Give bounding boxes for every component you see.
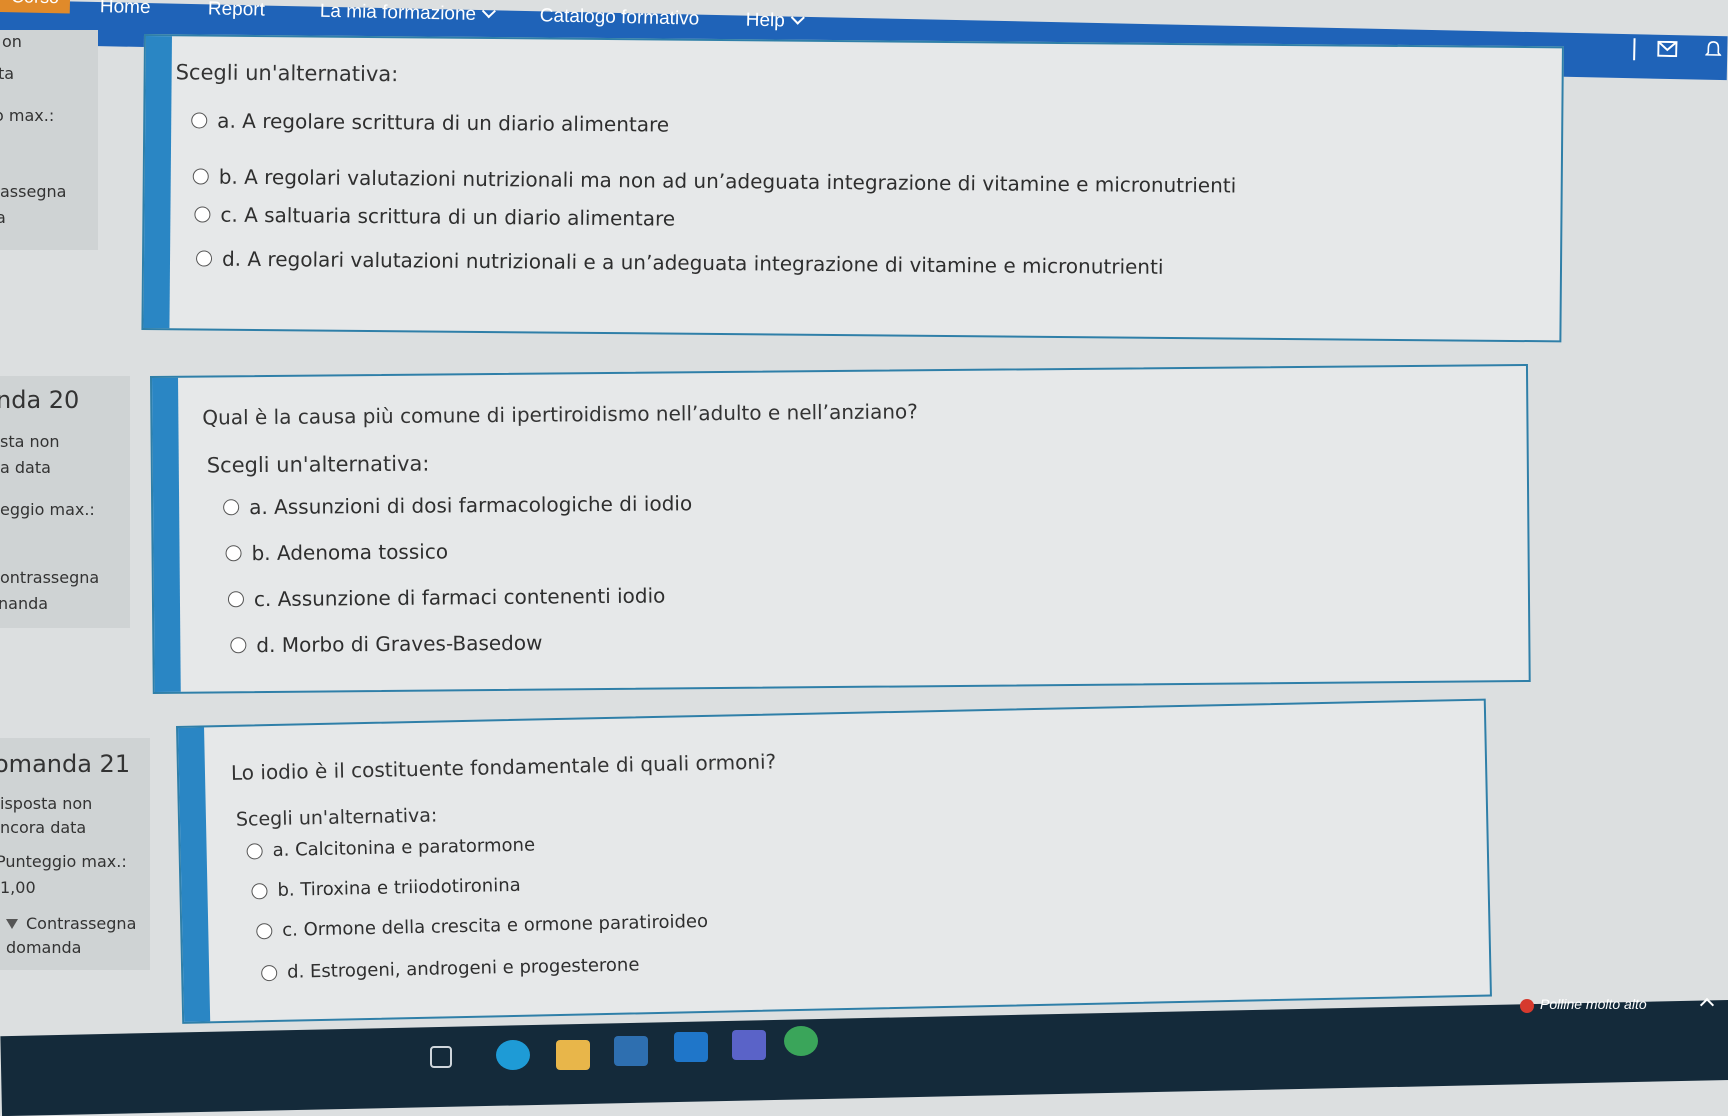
question-text: Qual è la causa più comune di ipertiroid… xyxy=(202,399,918,430)
nav-home[interactable]: Home xyxy=(100,0,151,19)
nav-report[interactable]: Report xyxy=(208,0,265,22)
option-label: d. Morbo di Graves-Basedow xyxy=(256,630,543,658)
info-line: o max.: xyxy=(0,106,55,125)
nav-la-mia-formazione[interactable]: La mia formazione xyxy=(319,0,497,27)
flag-question-link[interactable]: Contrassegna xyxy=(6,914,136,933)
radio-button[interactable] xyxy=(192,168,209,185)
chevron-down-icon xyxy=(790,10,805,25)
answer-status: isposta non xyxy=(0,794,93,813)
flag-question-link[interactable]: nanda xyxy=(0,594,48,613)
option-label: c. Assunzione di farmaci contenenti iodi… xyxy=(253,583,666,612)
radio-button[interactable] xyxy=(256,922,273,939)
nav-divider xyxy=(1633,38,1636,61)
option-label: c. Ormone della crescita e ormone parati… xyxy=(282,910,709,941)
choose-label: Scegli un'alternativa: xyxy=(175,60,399,87)
flag-question-link[interactable]: ontrassegna xyxy=(0,568,99,587)
info-line: a xyxy=(0,208,6,227)
info-line: ta xyxy=(0,64,15,83)
answer-option-c[interactable]: c. A saltuaria scrittura di un diario al… xyxy=(194,202,676,231)
file-explorer-icon[interactable] xyxy=(556,1040,590,1070)
radio-button[interactable] xyxy=(251,882,268,899)
brand-tab[interactable]: Corso xyxy=(0,0,71,14)
answer-option-a[interactable]: a. Calcitonina e paratormone xyxy=(246,835,535,862)
points-value: 1,00 xyxy=(0,878,36,897)
nav-label: Help xyxy=(745,9,786,32)
question-card: Lo iodio è il costituente fondamentale d… xyxy=(176,698,1492,1024)
answer-option-b[interactable]: b. Adenoma tossico xyxy=(225,539,448,565)
info-line: assegna xyxy=(0,182,67,201)
card-accent-stripe xyxy=(178,727,211,1022)
answer-status: ncora data xyxy=(0,818,87,837)
weather-widget[interactable]: Polline molto alto xyxy=(1540,996,1647,1012)
answer-status: a data xyxy=(0,458,51,477)
points-label: eggio max.: xyxy=(0,500,95,519)
chevron-down-icon xyxy=(482,4,497,19)
answer-option-b[interactable]: b. Tiroxina e triiodotironina xyxy=(251,875,521,902)
radio-button[interactable] xyxy=(261,964,278,981)
task-view-icon[interactable] xyxy=(430,1046,452,1068)
option-label: d. A regolari valutazioni nutrizionali e… xyxy=(221,246,1164,279)
card-accent-stripe xyxy=(152,377,181,692)
answer-option-b[interactable]: b. A regolari valutazioni nutrizionali m… xyxy=(192,164,1237,198)
flag-label: Contrassegna xyxy=(26,914,137,933)
question-number: omanda 21 xyxy=(0,750,131,778)
bell-icon[interactable] xyxy=(1705,40,1722,58)
flag-question-link[interactable]: domanda xyxy=(6,938,81,957)
answer-option-c[interactable]: c. Assunzione di farmaci contenenti iodi… xyxy=(227,583,666,612)
option-label: b. Adenoma tossico xyxy=(251,539,449,566)
messages-icon[interactable] xyxy=(1657,40,1678,58)
radio-button[interactable] xyxy=(195,250,213,267)
teams-icon[interactable] xyxy=(732,1030,766,1060)
option-label: c. A saltuaria scrittura di un diario al… xyxy=(220,202,676,231)
answer-option-d[interactable]: d. Morbo di Graves-Basedow xyxy=(230,630,543,658)
choose-label: Scegli un'alternativa: xyxy=(206,451,430,478)
option-label: b. Tiroxina e triiodotironina xyxy=(277,874,521,901)
edge-browser-icon[interactable] xyxy=(496,1040,530,1070)
answer-option-a[interactable]: a. A regolare scrittura di un diario ali… xyxy=(191,108,670,137)
answer-option-d[interactable]: d. Estrogeni, androgeni e progesterone xyxy=(261,954,640,983)
answer-option-a[interactable]: a. Assunzioni di dosi farmacologiche di … xyxy=(223,491,692,519)
card-accent-stripe xyxy=(143,36,172,329)
question-info: nda 20 sta non a data eggio max.: ontras… xyxy=(0,376,130,628)
radio-button[interactable] xyxy=(227,591,245,608)
option-label: a. A regolare scrittura di un diario ali… xyxy=(217,108,670,137)
store-icon[interactable] xyxy=(614,1036,648,1066)
nav-catalogo-formativo[interactable]: Catalogo formativo xyxy=(540,5,700,30)
points-label: Punteggio max.: xyxy=(0,852,127,871)
answer-option-d[interactable]: d. A regolari valutazioni nutrizionali e… xyxy=(195,246,1164,279)
question-text: Lo iodio è il costituente fondamentale d… xyxy=(230,749,777,785)
radio-button[interactable] xyxy=(230,637,247,654)
info-line: on xyxy=(2,32,22,51)
outlook-icon[interactable] xyxy=(674,1032,708,1062)
chrome-icon[interactable] xyxy=(784,1026,818,1056)
nav-label: La mia formazione xyxy=(319,0,477,25)
option-label: d. Estrogeni, androgeni e progesterone xyxy=(286,954,640,983)
option-label: a. Calcitonina e paratormone xyxy=(272,834,536,862)
radio-button[interactable] xyxy=(223,499,240,516)
radio-button[interactable] xyxy=(246,842,263,860)
question-card: Scegli un'alternativa: a. A regolare scr… xyxy=(141,34,1564,343)
answer-option-c[interactable]: c. Ormone della crescita e ormone parati… xyxy=(256,911,708,941)
weather-icon xyxy=(1520,999,1534,1013)
nav-help[interactable]: Help xyxy=(745,9,805,33)
radio-button[interactable] xyxy=(194,206,211,223)
flag-icon xyxy=(6,919,18,929)
question-number: nda 20 xyxy=(0,386,80,414)
radio-button[interactable] xyxy=(225,545,242,562)
radio-button[interactable] xyxy=(191,112,208,129)
option-label: a. Assunzioni di dosi farmacologiche di … xyxy=(249,491,693,520)
option-label: b. A regolari valutazioni nutrizionali m… xyxy=(218,164,1237,198)
question-info: omanda 21 isposta non ncora data Puntegg… xyxy=(0,738,150,970)
answer-status: sta non xyxy=(0,432,60,451)
question-card: Qual è la causa più comune di ipertiroid… xyxy=(150,363,1531,694)
prev-question-info: on ta o max.: assegna a xyxy=(0,30,98,250)
choose-label: Scegli un'alternativa: xyxy=(235,804,438,831)
